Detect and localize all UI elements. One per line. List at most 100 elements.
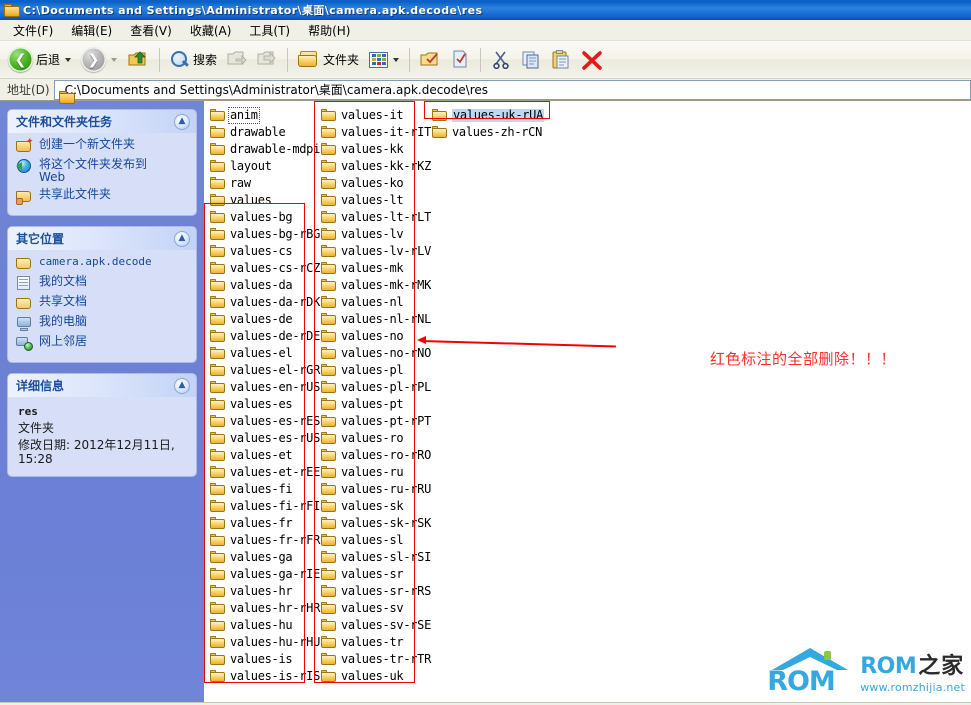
file-list-item[interactable]: values-sl-rSI <box>317 549 431 566</box>
file-list-item[interactable]: values-ru <box>317 464 428 481</box>
place-network-places[interactable]: 网上邻居 <box>16 335 190 351</box>
place-my-documents[interactable]: 我的文档 <box>16 275 190 291</box>
chevron-up-icon[interactable]: ▲ <box>174 230 190 247</box>
file-list-item[interactable]: anim <box>206 107 317 124</box>
file-list-item[interactable]: values-et <box>206 447 317 464</box>
file-list-item[interactable]: values-bg-rBG <box>206 226 320 243</box>
file-list-item[interactable]: values-ga <box>206 549 317 566</box>
new-doc-check-button[interactable] <box>445 44 475 76</box>
file-list-item[interactable]: values-pl-rPL <box>317 379 431 396</box>
file-list-item[interactable]: values-lv-rLV <box>317 243 431 260</box>
file-list-item[interactable]: values-de-rDE <box>206 328 320 345</box>
file-list-item[interactable]: values-et-rEE <box>206 464 320 481</box>
back-button[interactable]: ❮ 后退 <box>3 44 76 76</box>
file-list-item[interactable]: values-is <box>206 651 317 668</box>
file-list-item[interactable]: values-el <box>206 345 317 362</box>
up-button[interactable] <box>122 44 154 76</box>
pane-header[interactable]: 其它位置 ▲ <box>8 227 196 250</box>
place-my-computer[interactable]: 我的电脑 <box>16 315 190 331</box>
task-new-folder[interactable]: ✦ 创建一个新文件夹 <box>16 138 190 154</box>
file-list-item[interactable]: values-ko <box>317 175 428 192</box>
chevron-up-icon[interactable]: ▲ <box>174 377 190 394</box>
folders-button[interactable]: 文件夹 <box>293 44 364 76</box>
file-list-item[interactable]: values-fi <box>206 481 317 498</box>
file-list-item[interactable]: values-fi-rFI <box>206 498 320 515</box>
cut-button[interactable] <box>486 44 516 76</box>
file-list-item[interactable]: values-sv <box>317 600 428 617</box>
paste-button[interactable] <box>546 44 576 76</box>
chevron-down-icon[interactable] <box>111 57 118 62</box>
file-list-item[interactable]: values-es-rUS <box>206 430 320 447</box>
forward-button[interactable]: ❯ <box>76 44 122 76</box>
file-list-item[interactable]: values-pl <box>317 362 428 379</box>
copy-to-button[interactable] <box>252 44 282 76</box>
file-list-item[interactable]: values-cs-rCZ <box>206 260 320 277</box>
file-list-item[interactable]: values-nl <box>317 294 428 311</box>
file-list-item[interactable]: values-mk-rMK <box>317 277 431 294</box>
file-list-item[interactable]: values-kk <box>317 141 428 158</box>
menu-tools[interactable]: 工具(T) <box>240 20 299 41</box>
open-folder-check-button[interactable] <box>415 44 445 76</box>
file-list-item[interactable]: values-uk-rUA <box>428 107 545 124</box>
file-list-item[interactable]: raw <box>206 175 317 192</box>
file-list-item[interactable]: values-da <box>206 277 317 294</box>
menu-favorites[interactable]: 收藏(A) <box>181 20 241 41</box>
file-list-item[interactable]: values-ga-rIE <box>206 566 320 583</box>
file-list-item[interactable]: values-kk-rKZ <box>317 158 431 175</box>
file-list-item[interactable]: values-is-rIS <box>206 668 320 685</box>
file-list-item[interactable]: values-it-rIT <box>317 124 431 141</box>
file-list-item[interactable]: values-bg <box>206 209 317 226</box>
file-list-item[interactable]: layout <box>206 158 317 175</box>
file-list-item[interactable]: values-no <box>317 328 428 345</box>
file-list-item[interactable]: values-sl <box>317 532 428 549</box>
menu-edit[interactable]: 编辑(E) <box>62 20 121 41</box>
file-list-item[interactable]: values-da-rDK <box>206 294 320 311</box>
file-list-item[interactable]: values-mk <box>317 260 428 277</box>
chevron-down-icon[interactable] <box>65 57 72 62</box>
move-to-button[interactable] <box>222 44 252 76</box>
file-list-item[interactable]: values-hu-rHU <box>206 634 320 651</box>
file-list-item[interactable]: values-lv <box>317 226 428 243</box>
address-input[interactable]: C:\Documents and Settings\Administrator\… <box>53 79 971 100</box>
file-list-item[interactable]: values-hr-rHR <box>206 600 320 617</box>
file-list-item[interactable]: values-tr <box>317 634 428 651</box>
copy-button[interactable] <box>516 44 546 76</box>
task-share-folder[interactable]: 共享此文件夹 <box>16 188 190 205</box>
file-list-item[interactable]: values-it <box>317 107 428 124</box>
file-list-item[interactable]: drawable-mdpi <box>206 141 320 158</box>
file-list-item[interactable]: values-en-rUS <box>206 379 320 396</box>
file-list-item[interactable]: values-lt-rLT <box>317 209 431 226</box>
file-list-item[interactable]: values-tr-rTR <box>317 651 431 668</box>
file-list-item[interactable]: values-pt-rPT <box>317 413 431 430</box>
file-list-item[interactable]: values-cs <box>206 243 317 260</box>
file-list-item[interactable]: values-es <box>206 396 317 413</box>
file-list-item[interactable]: values-ro-rRO <box>317 447 431 464</box>
file-list-item[interactable]: values-sv-rSE <box>317 617 431 634</box>
file-list-item[interactable]: values-lt <box>317 192 428 209</box>
chevron-down-icon[interactable] <box>393 57 400 62</box>
task-publish-web[interactable]: 将这个文件夹发布到 Web <box>16 158 190 184</box>
file-list-item[interactable]: drawable <box>206 124 317 141</box>
delete-button[interactable] <box>576 44 606 76</box>
file-list-item[interactable]: values-pt <box>317 396 428 413</box>
place-shared-documents[interactable]: 共享文档 <box>16 295 190 311</box>
file-list-item[interactable]: values-fr <box>206 515 317 532</box>
menu-view[interactable]: 查看(V) <box>121 20 181 41</box>
file-list-item[interactable]: values <box>206 192 317 209</box>
file-list-item[interactable]: values-no-rNO <box>317 345 431 362</box>
chevron-up-icon[interactable]: ▲ <box>174 113 190 130</box>
search-button[interactable]: 搜索 <box>165 44 222 76</box>
file-list-item[interactable]: values-sr <box>317 566 428 583</box>
file-list-item[interactable]: values-fr-rFR <box>206 532 320 549</box>
menu-help[interactable]: 帮助(H) <box>299 20 359 41</box>
file-list-item[interactable]: values-ro <box>317 430 428 447</box>
file-list-item[interactable]: values-zh-rCN <box>428 124 542 141</box>
file-list-item[interactable]: values-sk <box>317 498 428 515</box>
file-list[interactable]: anim drawable drawable-mdpi layout raw values… <box>204 101 971 702</box>
file-list-item[interactable]: values-el-rGR <box>206 362 320 379</box>
file-list-item[interactable]: values-sr-rRS <box>317 583 431 600</box>
file-list-item[interactable]: values-hr <box>206 583 317 600</box>
menu-file[interactable]: 文件(F) <box>4 20 62 41</box>
pane-header[interactable]: 详细信息 ▲ <box>8 374 196 397</box>
file-list-item[interactable]: values-ru-rRU <box>317 481 431 498</box>
